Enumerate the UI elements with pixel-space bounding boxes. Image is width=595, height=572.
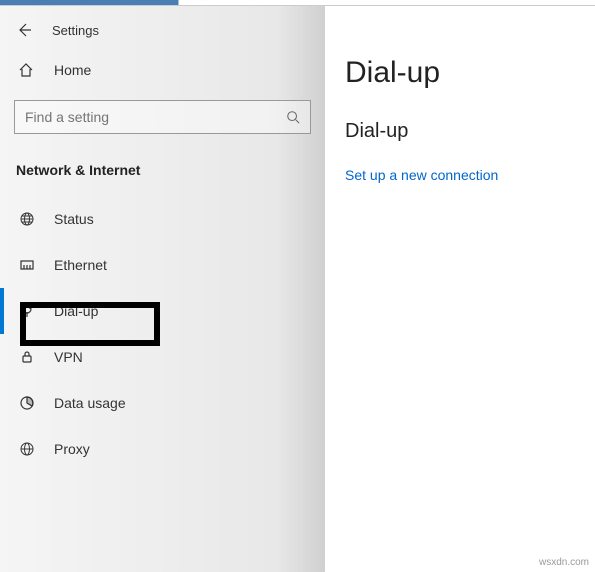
sidebar-item-dialup[interactable]: Dial-up [0,288,325,334]
home-icon [18,62,36,78]
sidebar-item-label: Status [54,211,94,227]
globe-icon [18,211,36,227]
sub-heading: Dial-up [345,120,595,143]
ethernet-icon [18,257,36,273]
sidebar-item-vpn[interactable]: VPN [0,334,325,380]
arrow-left-icon [16,22,32,38]
sidebar-item-label: Data usage [54,395,126,411]
main-container: Settings Home Network & Internet Status [0,6,595,572]
sidebar-item-ethernet[interactable]: Ethernet [0,242,325,288]
home-button[interactable]: Home [0,52,325,88]
proxy-icon [18,441,36,457]
app-title: Settings [52,23,99,38]
sidebar-item-label: VPN [54,349,83,365]
search-box[interactable] [14,100,311,134]
watermark: wsxdn.com [539,557,589,568]
sidebar-item-datausage[interactable]: Data usage [0,380,325,426]
back-button[interactable] [16,22,32,38]
sidebar-item-label: Dial-up [54,303,98,319]
home-label: Home [54,62,91,78]
sidebar-item-proxy[interactable]: Proxy [0,426,325,472]
sidebar: Settings Home Network & Internet Status [0,6,325,572]
search-icon [286,110,300,124]
sidebar-item-label: Proxy [54,441,90,457]
setup-connection-link[interactable]: Set up a new connection [345,167,595,183]
dialup-icon [18,303,36,319]
vpn-icon [18,349,36,365]
page-title: Dial-up [345,56,595,90]
search-input[interactable] [25,109,286,125]
sidebar-item-label: Ethernet [54,257,107,273]
sidebar-item-status[interactable]: Status [0,196,325,242]
section-header: Network & Internet [0,154,325,196]
datausage-icon [18,395,36,411]
content-pane: Dial-up Dial-up Set up a new connection [325,6,595,572]
header-row: Settings [0,16,325,52]
